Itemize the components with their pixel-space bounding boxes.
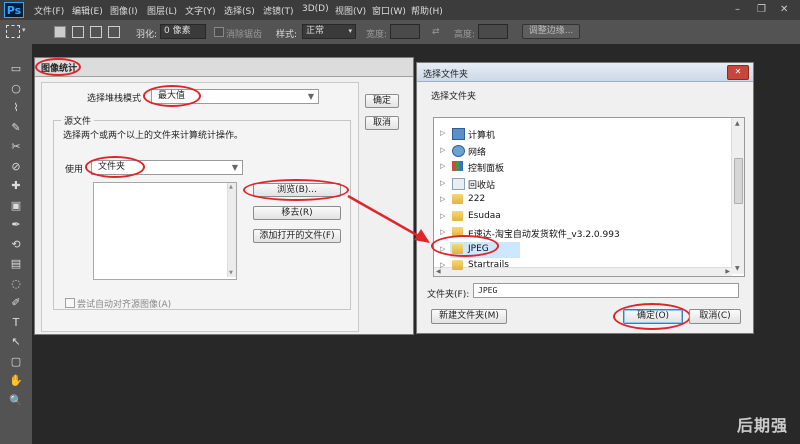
watermark: 后期强	[736, 416, 788, 435]
annotation-arrow-line	[347, 194, 423, 240]
annotation-arrow	[347, 194, 430, 243]
